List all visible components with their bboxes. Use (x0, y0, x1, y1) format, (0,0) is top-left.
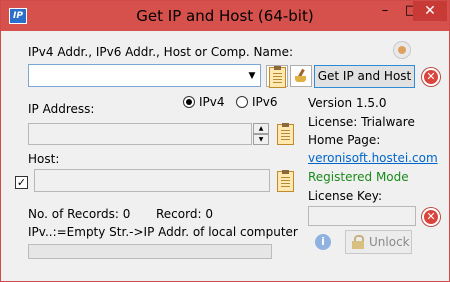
homepage-label: Home Page: (308, 133, 381, 147)
info-icon[interactable]: i (315, 234, 331, 250)
clipboard-icon[interactable] (277, 170, 294, 192)
chevron-down-icon[interactable]: ▼ (246, 69, 258, 83)
host-label: Host: (28, 152, 60, 166)
get-ip-host-button[interactable]: Get IP and Host (314, 65, 415, 88)
clear-button[interactable] (290, 65, 312, 87)
title-bar[interactable]: IP Get IP and Host (64-bit) – □ ✕ (1, 1, 449, 31)
ipv6-radio[interactable] (236, 96, 248, 108)
spin-down-icon[interactable]: ▼ (253, 134, 269, 145)
main-window: IP Get IP and Host (64-bit) – □ ✕ IPv4 A… (0, 0, 450, 282)
input-label: IPv4 Addr., IPv6 Addr., Host or Comp. Na… (28, 45, 293, 59)
license-key-label: License Key: (308, 189, 382, 203)
ipv4-label: IPv4 (199, 95, 225, 109)
broom-icon (294, 68, 308, 83)
ip-address-field[interactable] (28, 123, 252, 145)
host-checkbox[interactable]: ✓ (15, 176, 28, 189)
homepage-link[interactable]: veronisoft.hostei.com (308, 151, 438, 165)
registered-mode-text: Registered Mode (308, 170, 409, 184)
hint-text: IPv..:=Empty Str.->IP Addr. of local com… (28, 225, 298, 239)
ipv4-radio[interactable] (183, 96, 195, 108)
close-icon[interactable]: ✕ (422, 68, 440, 86)
unlock-label: Unlock (369, 235, 410, 249)
clipboard-icon[interactable] (277, 123, 294, 145)
clipboard-icon (269, 66, 286, 88)
ipv6-label: IPv6 (252, 95, 278, 109)
spin-up-icon[interactable]: ▲ (253, 123, 269, 134)
paste-button[interactable] (266, 65, 288, 88)
record-index: Record: 0 (156, 207, 213, 221)
close-button[interactable]: ✕ (413, 1, 447, 21)
unlock-button[interactable]: Unlock (345, 230, 412, 254)
host-field[interactable] (34, 169, 270, 192)
progress-bar (28, 244, 272, 259)
license-key-field[interactable] (308, 206, 416, 226)
close-icon[interactable]: ✕ (422, 208, 440, 226)
records-count: No. of Records: 0 (28, 207, 131, 221)
globe-icon[interactable] (393, 41, 411, 59)
license-text: License: Trialware (308, 115, 415, 129)
lock-icon (352, 235, 364, 249)
host-combobox[interactable]: ▼ (28, 64, 261, 87)
version-text: Version 1.5.0 (308, 96, 387, 110)
ip-label: IP Address: (28, 102, 95, 116)
minimize-button[interactable]: – (372, 1, 398, 21)
